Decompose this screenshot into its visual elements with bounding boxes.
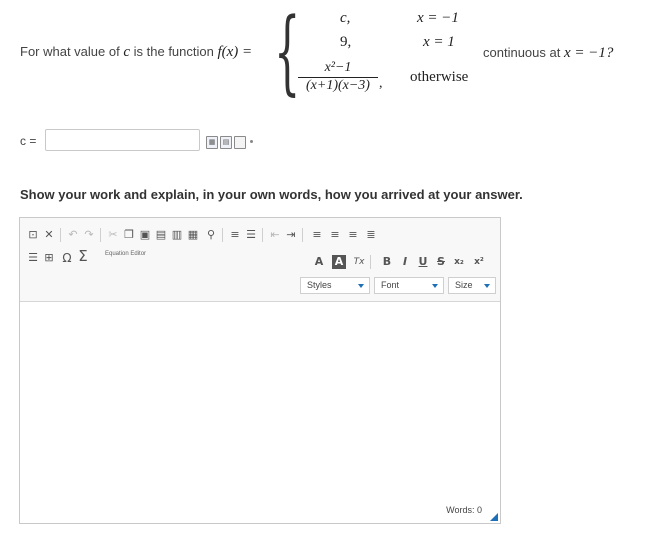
fraction-denominator: (x+1)(x−3)	[306, 78, 370, 93]
text-color-icon[interactable]: A	[312, 255, 326, 269]
maximize-icon[interactable]: ✕	[42, 228, 56, 242]
paste-text-icon[interactable]: ▤	[154, 228, 168, 242]
copy-icon[interactable]: ❐	[122, 228, 136, 242]
align-left-icon[interactable]: ≡	[310, 228, 324, 242]
paste-from-word-icon[interactable]: ▦	[186, 228, 200, 242]
case2-condition: x = 1	[423, 34, 455, 50]
bullet-list-icon[interactable]: ☰	[244, 228, 258, 242]
size-dropdown[interactable]: Size	[448, 277, 496, 294]
toolbar-separator	[302, 228, 303, 242]
size-label: Size	[455, 280, 473, 290]
horizontal-rule-icon[interactable]: ☰	[26, 251, 40, 265]
chevron-down-icon	[358, 284, 364, 288]
editor-content-area[interactable]	[20, 301, 500, 501]
cut-icon[interactable]: ✂	[106, 228, 120, 242]
italic-button[interactable]: I	[398, 255, 412, 269]
underline-button[interactable]: U	[416, 255, 430, 269]
redo-icon[interactable]: ↷	[82, 228, 96, 242]
numbered-list-icon[interactable]: ≡	[228, 228, 242, 242]
insert-icon[interactable]: ▤	[220, 136, 232, 149]
word-count: Words: 0	[446, 505, 482, 515]
dot-icon	[250, 140, 253, 143]
align-center-icon[interactable]: ≡	[328, 228, 342, 242]
paste-word-icon[interactable]: ▥	[170, 228, 184, 242]
toolbar-separator	[370, 255, 371, 269]
justify-icon[interactable]: ≣	[364, 228, 378, 242]
var-c: c	[123, 44, 131, 60]
align-right-icon[interactable]: ≡	[346, 228, 360, 242]
styles-label: Styles	[307, 280, 332, 290]
question-suffix: continuous at x = −1?	[483, 45, 613, 62]
left-brace: {	[274, 0, 301, 105]
strike-button[interactable]: S	[434, 255, 448, 269]
question-text: For what value of c is the function f(x)…	[20, 44, 252, 61]
chevron-down-icon	[484, 284, 490, 288]
resize-handle-icon[interactable]	[490, 513, 498, 521]
font-label: Font	[381, 280, 400, 290]
fraction: x²−1 (x+1)(x−3)	[298, 60, 378, 94]
indent-icon[interactable]: ⇥	[284, 228, 298, 242]
instructions: Show your work and explain, in your own …	[20, 187, 523, 202]
bg-color-icon[interactable]: A	[332, 255, 346, 269]
superscript-button[interactable]: x²	[472, 255, 486, 269]
paste-icon[interactable]: ▣	[138, 228, 152, 242]
function-name: f(x) =	[217, 44, 253, 60]
c-label: c =	[20, 134, 37, 148]
case1-condition: x = −1	[417, 10, 459, 26]
question-middle: is the function	[133, 44, 214, 59]
toolbar-separator	[60, 228, 61, 242]
remove-format-icon[interactable]: Tx	[352, 255, 366, 269]
question-prefix: For what value of	[20, 44, 120, 59]
subscript-button[interactable]: x₂	[452, 255, 466, 269]
document-icon[interactable]	[234, 136, 246, 149]
preview-icon[interactable]: ▦	[206, 136, 218, 149]
sigma-icon[interactable]: Σ	[76, 249, 90, 264]
editor-toolbar: ⊡ ✕ ↶ ↷ ✂ ❐ ▣ ▤ ▥ ▦ ⚲ ≡ ☰ ⇤ ⇥ ≡ ≡ ≡ ≣ ☰ …	[20, 218, 500, 302]
answer-input[interactable]	[45, 129, 200, 151]
toolbar-separator	[262, 228, 263, 242]
source-icon[interactable]: ⊡	[26, 228, 40, 242]
case2-value: 9,	[340, 34, 352, 50]
rich-text-editor: ⊡ ✕ ↶ ↷ ✂ ❐ ▣ ▤ ▥ ▦ ⚲ ≡ ☰ ⇤ ⇥ ≡ ≡ ≡ ≣ ☰ …	[19, 217, 501, 524]
font-dropdown[interactable]: Font	[374, 277, 444, 294]
equation-editor-button[interactable]: Equation Editor	[105, 251, 146, 258]
suffix-math: x = −1?	[563, 45, 614, 61]
case1-value: c,	[340, 10, 351, 26]
case3-comma: ,	[379, 76, 383, 91]
table-icon[interactable]: ⊞	[42, 251, 56, 265]
toolbar-separator	[100, 228, 101, 242]
find-icon[interactable]: ⚲	[204, 228, 218, 242]
suffix-text: continuous at	[483, 45, 561, 60]
special-char-icon[interactable]: Ω	[60, 251, 74, 265]
fraction-numerator: x²−1	[298, 60, 378, 78]
outdent-icon[interactable]: ⇤	[268, 228, 282, 242]
toolbar-separator	[222, 228, 223, 242]
chevron-down-icon	[432, 284, 438, 288]
undo-icon[interactable]: ↶	[66, 228, 80, 242]
styles-dropdown[interactable]: Styles	[300, 277, 370, 294]
case3-condition: otherwise	[410, 69, 469, 85]
bold-button[interactable]: B	[380, 255, 394, 269]
